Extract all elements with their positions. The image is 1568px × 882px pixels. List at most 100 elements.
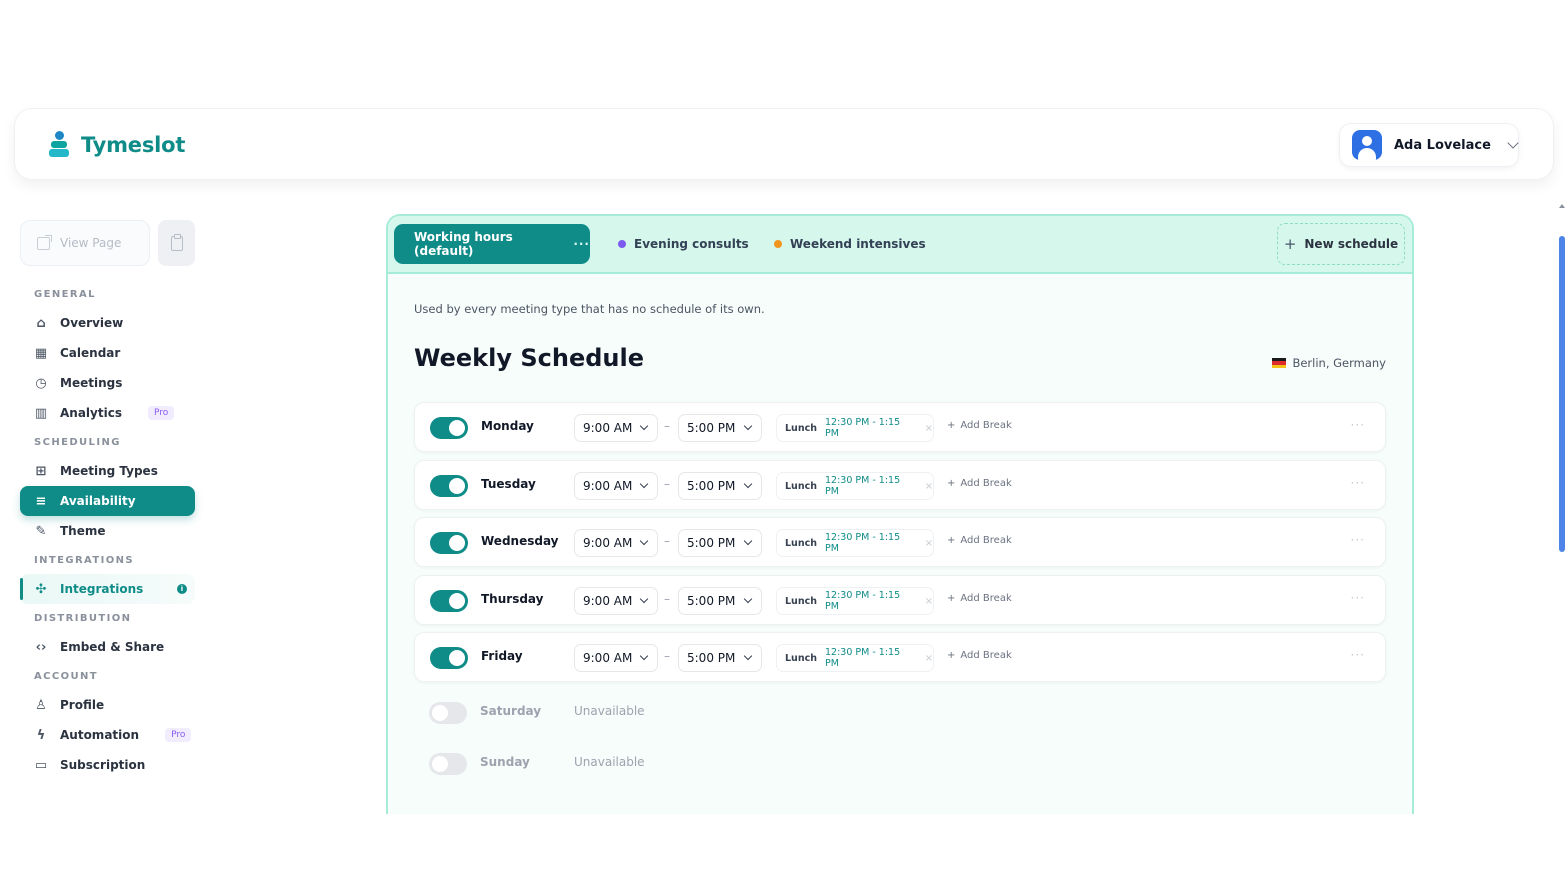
more-icon[interactable]: ··· — [573, 237, 590, 251]
sidebar-item-embed-share[interactable]: ‹› Embed & Share — [20, 632, 195, 662]
start-time-select[interactable]: 9:00 AM — [574, 529, 658, 557]
end-time-select[interactable]: 5:00 PM — [678, 587, 762, 615]
info-icon: i — [177, 584, 187, 594]
section-label: DISTRIBUTION — [34, 613, 132, 624]
add-break-button[interactable]: + Add Break — [947, 593, 1012, 604]
add-break-label: Add Break — [960, 650, 1012, 661]
day-toggle[interactable] — [430, 475, 468, 497]
more-icon[interactable]: ··· — [1351, 533, 1365, 547]
sidebar: View Page GENERAL ⌂ Overview ▦ Calendar ◷ Meet… — [20, 220, 195, 788]
day-row-wednesday: Wednesday 9:00 AM – 5:00 PM Lunch 12:30 PM - … — [414, 517, 1386, 567]
card-icon: ▭ — [34, 757, 48, 773]
user-menu-button[interactable]: Ada Lovelace — [1339, 123, 1519, 167]
break-time: 12:30 PM - 1:15 PM — [824, 417, 901, 439]
unavailable-label: Unavailable — [574, 755, 645, 769]
break-label: Lunch — [785, 595, 817, 607]
chevron-down-icon — [639, 479, 649, 489]
add-break-label: Add Break — [960, 535, 1012, 546]
day-toggle[interactable] — [430, 590, 468, 612]
close-icon[interactable]: × — [925, 538, 933, 549]
user-name: Ada Lovelace — [1394, 137, 1491, 153]
more-icon[interactable]: ··· — [1351, 591, 1365, 605]
clipboard-icon — [170, 233, 183, 251]
user-icon: ♙ — [35, 697, 47, 713]
close-icon[interactable]: × — [925, 481, 933, 492]
add-break-button[interactable]: + Add Break — [947, 478, 1012, 489]
add-break-button[interactable]: + Add Break — [947, 420, 1012, 431]
new-schedule-button[interactable]: + New schedule — [1277, 223, 1405, 265]
more-icon[interactable]: ··· — [1351, 418, 1365, 432]
sidebar-item-label: Embed & Share — [60, 640, 165, 654]
page-title: Weekly Schedule — [414, 344, 645, 372]
sidebar-item-analytics[interactable]: ▥ Analytics Pro — [20, 398, 195, 428]
plus-icon: + — [947, 478, 956, 489]
sidebar-item-profile[interactable]: ♙ Profile — [20, 690, 195, 720]
sidebar-item-automation[interactable]: ϟ Automation Pro — [20, 720, 195, 750]
view-page-button[interactable]: View Page — [20, 220, 150, 266]
timezone-location[interactable]: Berlin, Germany — [1272, 356, 1386, 370]
break-chip[interactable]: Lunch 12:30 PM - 1:15 PM × — [776, 472, 934, 500]
end-time-select[interactable]: 5:00 PM — [678, 414, 762, 442]
schedule-description: Used by every meeting type that has no s… — [414, 302, 765, 316]
sidebar-item-availability[interactable]: ≡ Availability — [20, 486, 195, 516]
sidebar-item-subscription[interactable]: ▭ Subscription — [20, 750, 195, 780]
sidebar-item-label: Overview — [60, 316, 124, 330]
break-label: Lunch — [785, 652, 817, 664]
add-break-label: Add Break — [960, 593, 1012, 604]
sidebar-item-label: Theme — [60, 524, 106, 538]
sidebar-item-meeting-types[interactable]: ⊞ Meeting Types — [20, 456, 195, 486]
chevron-down-icon — [743, 594, 753, 604]
day-toggle[interactable] — [430, 532, 468, 554]
sidebar-item-calendar[interactable]: ▦ Calendar — [20, 338, 195, 368]
time-value: 5:00 PM — [687, 651, 736, 665]
add-break-button[interactable]: + Add Break — [947, 535, 1012, 546]
break-time: 12:30 PM - 1:15 PM — [824, 647, 901, 669]
sidebar-item-meetings[interactable]: ◷ Meetings — [20, 368, 195, 398]
tab-evening-consults[interactable]: Evening consults — [618, 224, 749, 264]
day-name: Tuesday — [481, 477, 536, 491]
sidebar-item-label: Analytics — [60, 406, 122, 420]
sidebar-item-label: Meetings — [60, 376, 123, 390]
time-value: 5:00 PM — [687, 536, 736, 550]
close-icon[interactable]: × — [925, 596, 933, 607]
app-logo[interactable]: Tymeslot — [49, 131, 185, 159]
more-icon[interactable]: ··· — [1351, 476, 1365, 490]
close-icon[interactable]: × — [925, 423, 933, 434]
tab-working-hours[interactable]: Working hours (default) ··· — [394, 224, 590, 264]
add-break-label: Add Break — [960, 478, 1012, 489]
start-time-select[interactable]: 9:00 AM — [574, 587, 658, 615]
more-icon[interactable]: ··· — [1351, 648, 1365, 662]
end-time-select[interactable]: 5:00 PM — [678, 644, 762, 672]
add-break-button[interactable]: + Add Break — [947, 650, 1012, 661]
close-icon[interactable]: × — [925, 653, 933, 664]
day-toggle[interactable] — [430, 647, 468, 669]
break-time: 12:30 PM - 1:15 PM — [824, 475, 901, 497]
start-time-select[interactable]: 9:00 AM — [574, 472, 658, 500]
start-time-select[interactable]: 9:00 AM — [574, 644, 658, 672]
tab-weekend-intensives[interactable]: Weekend intensives — [774, 224, 926, 264]
sidebar-item-theme[interactable]: ✎ Theme — [20, 516, 195, 546]
time-value: 9:00 AM — [583, 536, 633, 550]
sidebar-item-overview[interactable]: ⌂ Overview — [20, 308, 195, 338]
day-name: Thursday — [481, 592, 544, 606]
day-toggle[interactable] — [429, 702, 467, 724]
day-toggle[interactable] — [430, 417, 468, 439]
end-time-select[interactable]: 5:00 PM — [678, 529, 762, 557]
plus-icon: + — [947, 420, 956, 431]
end-time-select[interactable]: 5:00 PM — [678, 472, 762, 500]
bar-chart-icon: ▥ — [34, 405, 48, 421]
break-chip[interactable]: Lunch 12:30 PM - 1:15 PM × — [776, 587, 934, 615]
day-row-monday: Monday 9:00 AM – 5:00 PM Lunch 12:30 PM - 1:1… — [414, 402, 1386, 452]
sidebar-item-integrations[interactable]: ✣ Integrations i — [20, 574, 195, 604]
break-chip[interactable]: Lunch 12:30 PM - 1:15 PM × — [776, 414, 934, 442]
germany-flag-icon — [1272, 358, 1287, 368]
start-time-select[interactable]: 9:00 AM — [574, 414, 658, 442]
copy-link-button[interactable] — [158, 220, 195, 266]
day-toggle[interactable] — [429, 753, 467, 775]
break-chip[interactable]: Lunch 12:30 PM - 1:15 PM × — [776, 529, 934, 557]
chevron-down-icon — [743, 479, 753, 489]
day-name: Friday — [481, 649, 523, 663]
scroll-up-arrow-icon[interactable] — [1559, 204, 1565, 208]
scrollbar-thumb[interactable] — [1559, 236, 1565, 552]
break-chip[interactable]: Lunch 12:30 PM - 1:15 PM × — [776, 644, 934, 672]
